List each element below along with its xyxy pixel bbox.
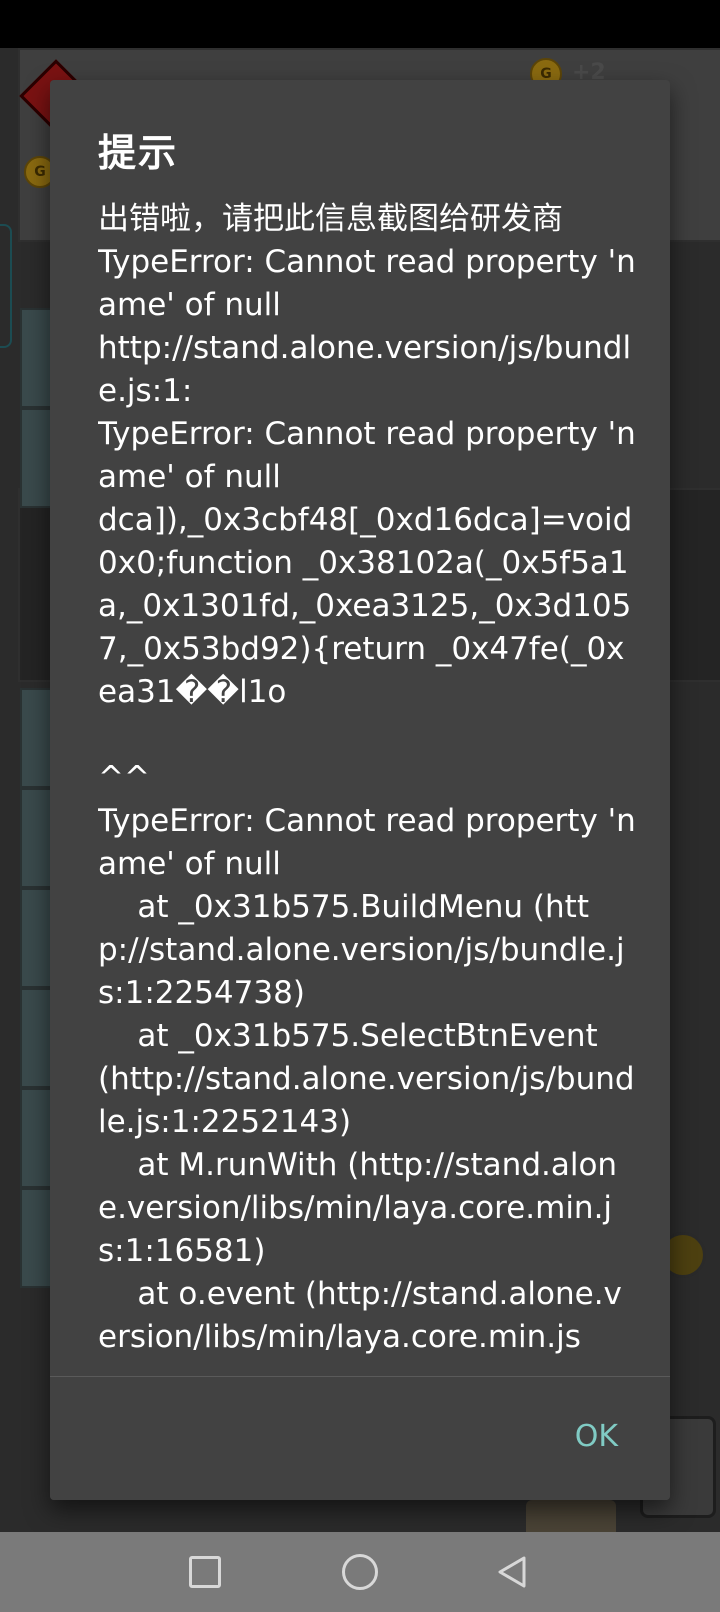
game-character bbox=[526, 1500, 616, 1532]
screen: G G +2 提示 出错啦，请把此信息截图给研发商 TypeError: Can… bbox=[0, 0, 720, 1612]
dialog-title: 提示 bbox=[98, 131, 179, 175]
back-button[interactable] bbox=[467, 1532, 557, 1612]
dialog-actions: OK bbox=[50, 1377, 670, 1500]
side-tab bbox=[0, 224, 12, 348]
home-button[interactable] bbox=[315, 1532, 405, 1612]
error-message[interactable]: 出错啦，请把此信息截图给研发商 TypeError: Cannot read p… bbox=[98, 198, 638, 1452]
home-circle-icon bbox=[342, 1554, 378, 1590]
error-dialog: 提示 出错啦，请把此信息截图给研发商 TypeError: Cannot rea… bbox=[50, 80, 670, 1500]
status-bar bbox=[0, 0, 720, 48]
recents-square-icon bbox=[189, 1556, 221, 1588]
recents-button[interactable] bbox=[160, 1532, 250, 1612]
back-triangle-icon bbox=[498, 1556, 526, 1588]
navigation-bar bbox=[0, 1532, 720, 1612]
ok-button[interactable]: OK bbox=[563, 1415, 630, 1458]
